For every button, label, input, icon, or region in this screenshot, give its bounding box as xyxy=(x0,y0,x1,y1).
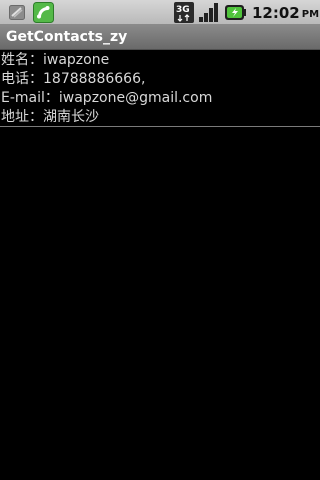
contact-name-line: 姓名：iwapzone xyxy=(1,52,110,68)
phone-call-icon[interactable] xyxy=(33,2,54,23)
contact-phone-line: 电话：18788886666, xyxy=(1,71,146,87)
contact-details: 姓名：iwapzone 电话：18788886666, E-mail：iwapz… xyxy=(0,50,320,127)
notification-icon[interactable] xyxy=(9,5,25,20)
battery-charging-icon xyxy=(225,5,246,20)
app-title-bar: GetContacts_zy xyxy=(0,25,320,50)
3g-network-icon: 3G xyxy=(174,2,194,23)
status-bar: 3G 12:02 PM xyxy=(0,0,320,25)
app-title: GetContacts_zy xyxy=(6,29,128,45)
clock-ampm: PM xyxy=(301,9,320,20)
contact-address-line: 地址：湖南长沙 xyxy=(1,109,99,125)
list-divider xyxy=(0,126,320,127)
clock-time: 12:02 xyxy=(252,4,300,22)
contact-email-line: E-mail：iwapzone@gmail.com xyxy=(1,90,213,106)
status-clock: 12:02 PM xyxy=(252,3,319,23)
network-type-label: 3G xyxy=(176,5,190,15)
signal-strength-icon xyxy=(199,3,218,22)
